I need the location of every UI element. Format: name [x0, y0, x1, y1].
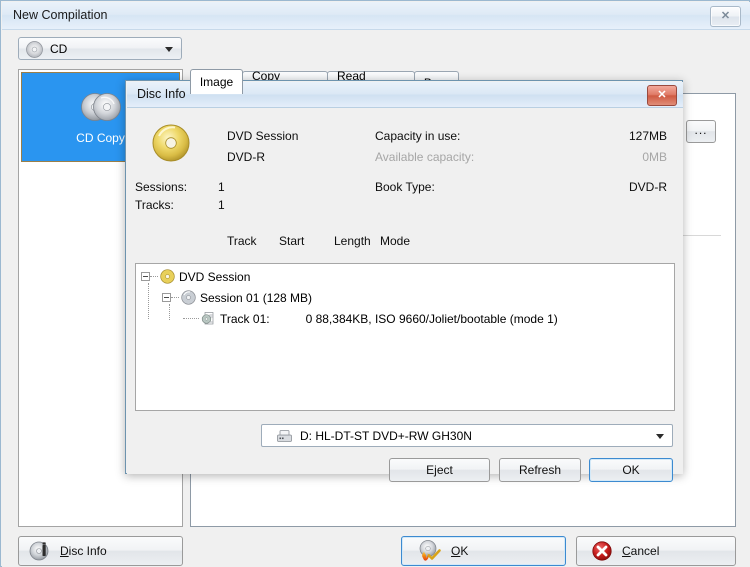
capacity-in-use-value: 127MB: [628, 129, 667, 143]
track-file-icon: [201, 311, 216, 326]
close-icon: ✕: [720, 10, 731, 22]
available-capacity-label: Available capacity:: [375, 150, 475, 164]
disc-contents-tree[interactable]: DVD Session Session 01 (128 MB) Track 01…: [135, 263, 675, 411]
disc-icon: [26, 41, 43, 61]
column-header-mode: Mode: [380, 234, 411, 248]
tracks-label: Tracks:: [135, 198, 174, 212]
tree-node-session[interactable]: Session 01 (128 MB): [162, 290, 312, 305]
tree-node-track-label: Track 01:: [220, 311, 270, 326]
tree-node-root-label: DVD Session: [179, 269, 251, 284]
tab-image-label: Image: [199, 75, 234, 89]
burn-ok-icon: [416, 539, 442, 563]
drive-icon: [276, 429, 293, 447]
close-icon: ✕: [657, 89, 667, 101]
dialog-title: Disc Info: [137, 87, 186, 101]
disc-info-button[interactable]: Disc Info: [18, 536, 183, 566]
cancel-button[interactable]: Cancel: [576, 536, 736, 566]
tree-connector: [183, 317, 199, 320]
dialog-body: DVD Session DVD-R Capacity in use: 127MB…: [127, 108, 683, 482]
dialog-close-button[interactable]: ✕: [647, 85, 677, 106]
disc-info-icon: [29, 540, 51, 562]
sessions-value: 1: [218, 180, 225, 194]
drive-value: D: HL-DT-ST DVD+-RW GH30N: [300, 429, 472, 443]
cancel-icon: [591, 540, 613, 562]
disc-info-dialog: Disc Info ✕ DVD Session DVD-R Capacity i…: [125, 80, 683, 482]
dialog-ok-button-label: OK: [622, 463, 640, 477]
tab-image[interactable]: Image: [190, 69, 243, 94]
tree-connector: [171, 296, 179, 299]
tree-node-track-detail: 0 88,384KB, ISO 9660/Joliet/bootable (mo…: [305, 311, 558, 326]
gold-disc-icon: [149, 121, 193, 168]
chevron-down-icon: [165, 46, 173, 52]
media-type-value: DVD Session: [227, 129, 299, 143]
chevron-down-icon: [656, 433, 664, 439]
session-disc-icon: [181, 290, 196, 305]
expander-icon[interactable]: [141, 272, 150, 281]
sidebar-item-label: CD Copy: [76, 130, 125, 145]
eject-button-label: Eject: [426, 463, 453, 477]
media-type-value: CD: [50, 42, 68, 56]
eject-button[interactable]: Eject: [389, 458, 490, 482]
media-type-combo[interactable]: CD: [18, 37, 182, 60]
browse-button[interactable]: ...: [686, 120, 716, 143]
main-titlebar: New Compilation ✕: [2, 2, 750, 30]
book-type-label: Book Type:: [375, 180, 435, 194]
tracks-value: 1: [218, 198, 225, 212]
disc-info-button-label: Disc Info: [60, 544, 107, 558]
ok-button-label: OK: [451, 544, 469, 558]
expander-icon[interactable]: [162, 293, 171, 302]
book-type-value: DVD-R: [629, 180, 667, 194]
gold-disc-icon: [160, 269, 175, 284]
tree-node-session-label: Session 01 (128 MB): [200, 290, 313, 305]
refresh-button[interactable]: Refresh: [499, 458, 581, 482]
dialog-ok-button[interactable]: OK: [589, 458, 673, 482]
window-title: New Compilation: [13, 8, 108, 22]
cd-copy-icon: [78, 90, 124, 127]
sessions-label: Sessions:: [135, 180, 188, 194]
tree-node-root[interactable]: DVD Session: [141, 269, 250, 284]
available-capacity-value: 0MB: [642, 150, 667, 164]
tree-guide-line: [148, 283, 149, 319]
capacity-in-use-label: Capacity in use:: [375, 129, 461, 143]
tree-guide-line: [169, 304, 170, 320]
cancel-button-label: Cancel: [622, 544, 660, 558]
column-header-start: Start: [279, 234, 305, 248]
drive-select[interactable]: D: HL-DT-ST DVD+-RW GH30N: [261, 424, 673, 447]
column-header-track: Track: [227, 234, 257, 248]
tree-connector: [150, 275, 158, 278]
ok-button[interactable]: OK: [401, 536, 566, 566]
browse-button-label: ...: [694, 122, 708, 137]
screen: New Compilation ✕ CD CD Copy Image Copy …: [0, 0, 750, 567]
refresh-button-label: Refresh: [518, 463, 562, 477]
tree-node-track[interactable]: Track 01: 0 88,384KB, ISO 9660/Joliet/bo…: [183, 311, 558, 326]
disc-format-value: DVD-R: [227, 150, 265, 164]
column-header-length: Length: [334, 234, 371, 248]
window-close-button[interactable]: ✕: [710, 6, 741, 27]
